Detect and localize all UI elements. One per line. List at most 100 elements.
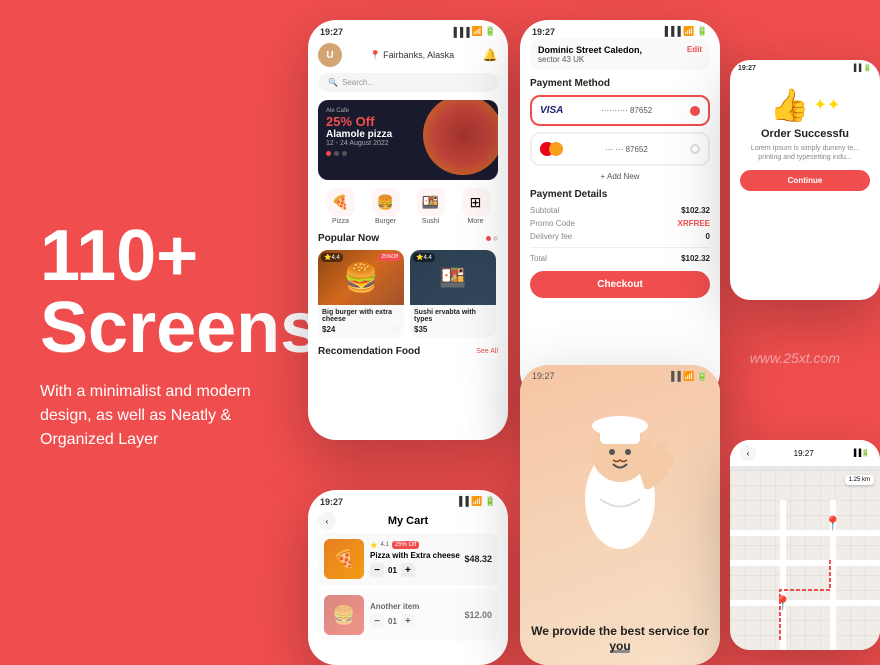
promo-row: Promo Code XRFREE [530, 219, 710, 228]
left-panel: 110+ Screens With a minimalist and moder… [40, 220, 300, 452]
bell-icon[interactable]: 🔔 [482, 47, 498, 63]
cart-inner: ‹ My Cart 🍕 ⭐ 4.1 25% Off Pizza with Ext… [308, 509, 508, 641]
mastercard-logo [540, 142, 563, 156]
phone-map: ‹ 19:27 ▐▐🔋 📍 📍 1.25 km [730, 440, 880, 650]
search-icon: 🔍 [328, 78, 338, 87]
map-start-pin: 📍 [774, 595, 791, 612]
description-text: With a minimalist and modern design, as … [40, 380, 300, 452]
cart-item-0: 🍕 ⭐ 4.1 25% Off Pizza with Extra cheese … [318, 533, 498, 585]
cart-time: 19:27 [320, 497, 343, 507]
address-detail: sector 43 UK [538, 55, 702, 64]
burger-info: Big burger with extra cheese $24 ♡ [318, 305, 404, 338]
continue-button[interactable]: Continue [740, 170, 870, 191]
payment-method-label: Payment Method [530, 78, 710, 89]
mastercard-card[interactable]: ··· ··· 87652 [530, 132, 710, 166]
main-phone-inner: U 📍 Fairbanks, Alaska 🔔 🔍 Search... Ale … [308, 39, 508, 357]
cart-item-price-1: $12.00 [464, 610, 492, 620]
burger-image: 🍔 ⭐4.4 25%Off [318, 250, 404, 305]
promo-pizza-image [423, 100, 498, 175]
main-status-bar: 19:27 ▐▐▐ 📶 🔋 [308, 20, 508, 39]
qty-control-1: − 01 + [370, 614, 419, 628]
search-bar[interactable]: 🔍 Search... [318, 73, 498, 92]
category-burger[interactable]: 🍔 Burger [372, 188, 400, 225]
burger-price-row: $24 ♡ [322, 325, 400, 334]
more-icon: ⊞ [462, 188, 490, 216]
phone-payment: 19:27 ▐▐▐ 📶 🔋 Edit Dominic Street Caledo… [520, 20, 720, 400]
cart-discount-tag: 25% Off [392, 541, 420, 549]
see-all-link[interactable]: See All [476, 348, 498, 355]
burger-icon: 🍔 [372, 188, 400, 216]
screens-text: Screens [40, 292, 300, 364]
popular-section-header: Popular Now [318, 233, 498, 244]
map-end-pin: 📍 [824, 515, 841, 532]
visa-number: ·········· 87652 [601, 106, 652, 115]
visa-radio[interactable] [690, 106, 700, 116]
delivery-row: Delivery fee 0 [530, 232, 710, 241]
promo-banner: Ale Cafe 25% Off Alamole pizza 12 - 24 A… [318, 100, 498, 180]
section-dots [486, 236, 498, 241]
food-card-burger[interactable]: 🍔 ⭐4.4 25%Off Big burger with extra chee… [318, 250, 404, 338]
phone-cart: 19:27 ▐▐ 📶 🔋 ‹ My Cart 🍕 ⭐ 4.1 25% Off [308, 490, 508, 665]
category-sushi[interactable]: 🍱 Sushi [417, 188, 445, 225]
main-time: 19:27 [320, 27, 343, 37]
chef-svg [555, 409, 685, 589]
food-card-sushi[interactable]: 🍱 ⭐4.4 Sushi ervabta with types $35 [410, 250, 496, 338]
sushi-price: $35 [414, 325, 427, 334]
payment-time: 19:27 [532, 27, 555, 37]
pizza-icon: 🍕 [327, 188, 355, 216]
heart-icon[interactable]: ♡ [393, 325, 400, 334]
total-row: Total $102.32 [530, 254, 710, 263]
cart-item-name-0: Pizza with Extra cheese [370, 551, 460, 560]
map-route-svg [730, 500, 880, 650]
qty-plus-0[interactable]: + [401, 563, 415, 577]
sushi-image: 🍱 ⭐4.4 [410, 250, 496, 305]
qty-minus-0[interactable]: − [370, 563, 384, 577]
status-icons: ▐▐▐ 📶 🔋 [450, 26, 496, 37]
cart-item-price-0: $48.32 [464, 554, 492, 564]
map-distance: 1.25 km [845, 475, 874, 485]
category-pizza[interactable]: 🍕 Pizza [327, 188, 355, 225]
qty-num-1: 01 [388, 617, 397, 626]
payment-status-bar: 19:27 ▐▐▐ 📶 🔋 [520, 20, 720, 39]
map-background: 📍 📍 [730, 470, 880, 650]
star-icons: ✦✦ [814, 95, 841, 115]
back-button[interactable]: ‹ [318, 512, 336, 530]
phone-main: 19:27 ▐▐▐ 📶 🔋 U 📍 Fairbanks, Alaska 🔔 🔍 … [308, 20, 508, 440]
promo-value: XRFREE [678, 219, 710, 228]
mastercard-radio[interactable] [690, 144, 700, 154]
sushi-rating: ⭐4.4 [413, 253, 435, 262]
subtotal-row: Subtotal $102.32 [530, 206, 710, 215]
qty-num-0: 01 [388, 566, 397, 575]
cart-item-info-1: Another item − 01 + $12.00 [370, 602, 492, 628]
qty-plus-1[interactable]: + [401, 614, 415, 628]
cart-pizza-image: 🍕 [324, 539, 364, 579]
payment-address: Edit Dominic Street Caledon, sector 43 U… [530, 39, 710, 70]
thumbs-up-icon: 👍 [770, 86, 810, 124]
category-more[interactable]: ⊞ More [462, 188, 490, 225]
subtotal-value: $102.32 [681, 206, 710, 215]
payment-details-label: Payment Details [530, 189, 710, 200]
chef-figure [555, 409, 685, 605]
cart-item-1-image: 🍔 [324, 595, 364, 635]
add-new-btn[interactable]: + Add New [530, 172, 710, 181]
map-time: 19:27 [794, 449, 814, 458]
burger-price: $24 [322, 325, 335, 334]
chef-status-bar: 19:27 ▐▐ 📶 🔋 [520, 365, 720, 388]
main-header: U 📍 Fairbanks, Alaska 🔔 [318, 39, 498, 73]
cart-item-rating: 4.1 [380, 542, 388, 548]
map-inner: ‹ 19:27 ▐▐🔋 📍 📍 1.25 km [730, 440, 880, 650]
success-title: Order Successfu [740, 128, 870, 140]
visa-logo: VISA [540, 105, 563, 116]
visa-card[interactable]: VISA ·········· 87652 [530, 95, 710, 126]
phone-chef: 19:27 ▐▐ 📶 🔋 [520, 365, 720, 665]
cart-item-name-1: Another item [370, 602, 419, 611]
qty-minus-1[interactable]: − [370, 614, 384, 628]
big-number: 110+ [40, 220, 300, 292]
success-desc: Lorem Ipsum is simply dummy te... printi… [740, 144, 870, 162]
map-status-bar: ‹ 19:27 ▐▐🔋 [730, 440, 880, 466]
address-name: Dominic Street Caledon, [538, 45, 702, 55]
checkout-button[interactable]: Checkout [530, 271, 710, 298]
edit-address-btn[interactable]: Edit [687, 45, 702, 54]
map-back-button[interactable]: ‹ [740, 445, 756, 461]
payment-details: Subtotal $102.32 Promo Code XRFREE Deliv… [530, 206, 710, 263]
